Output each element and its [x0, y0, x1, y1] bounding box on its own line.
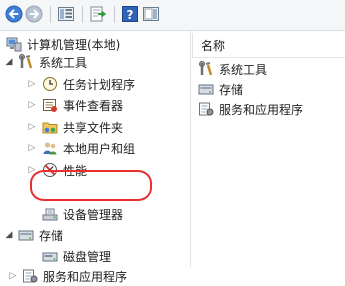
forward-icon[interactable]	[25, 5, 43, 23]
tree-item-device-manager[interactable]: 设备管理器	[42, 204, 123, 224]
toolbar: ?	[0, 0, 345, 31]
tree-item-computer-management[interactable]: 计算机管理(本地)	[6, 34, 120, 54]
device-manager-icon	[42, 208, 58, 221]
list-item[interactable]: 存储	[198, 79, 243, 99]
show-hide-action-pane-icon[interactable]	[142, 5, 160, 23]
computer-management-icon	[6, 37, 22, 52]
svg-text:?: ?	[127, 8, 134, 22]
tree-item-task-scheduler[interactable]: ▷ 任务计划程序	[27, 74, 135, 94]
help-icon[interactable]: ?	[121, 5, 139, 23]
tree-item-shared-folders[interactable]: ▷ 共享文件夹	[27, 117, 123, 137]
tree-item-label: 系统工具	[39, 55, 88, 70]
storage-icon	[18, 230, 34, 241]
tree-item-event-viewer[interactable]: ▷ 事件查看器	[27, 95, 123, 115]
event-viewer-icon	[43, 99, 57, 112]
expand-arrow-icon[interactable]: ▷	[8, 271, 18, 281]
list-item[interactable]: 系统工具	[198, 59, 267, 79]
tree-item-label: 设备管理器	[63, 207, 124, 222]
tree-item-disk-management[interactable]: 磁盘管理	[42, 246, 111, 266]
expand-arrow-icon[interactable]: ▷	[27, 100, 37, 110]
collapse-arrow-icon[interactable]: ◢	[4, 230, 14, 240]
back-icon[interactable]	[5, 5, 23, 23]
expand-arrow-icon[interactable]: ▷	[27, 143, 37, 153]
column-header-name[interactable]: 名称	[192, 33, 345, 58]
disk-management-icon	[42, 252, 58, 262]
tree-item-services-apps[interactable]: ▷ 服务和应用程序	[8, 266, 127, 286]
storage-icon	[198, 84, 214, 95]
console-tree: 计算机管理(本地) ◢ 系统工具 ▷ 任务计划程序 ▷ 事件查看器 ▷ 共享文件…	[0, 31, 191, 284]
tree-item-label: 服务和应用程序	[43, 269, 128, 284]
clock-icon	[43, 77, 57, 91]
up-one-level-icon[interactable]	[57, 5, 75, 23]
highlight-annotation	[30, 170, 152, 201]
users-icon	[43, 142, 57, 155]
tree-item-label: 磁盘管理	[63, 249, 112, 264]
list-item-label: 存储	[219, 82, 244, 97]
services-icon	[23, 269, 38, 283]
expand-arrow-icon[interactable]: ▷	[27, 122, 37, 132]
shared-folder-icon	[42, 122, 58, 134]
list-item-label: 服务和应用程序	[219, 102, 304, 117]
tree-item-local-users-groups[interactable]: ▷ 本地用户和组	[27, 138, 135, 158]
tree-item-label: 任务计划程序	[63, 77, 136, 92]
expand-arrow-icon[interactable]: ▷	[27, 79, 37, 89]
tree-item-label: 共享文件夹	[63, 120, 124, 135]
tree-item-label: 本地用户和组	[63, 141, 136, 156]
result-list: 名称 系统工具 存储 服务和应用程序	[192, 31, 345, 267]
services-icon	[199, 102, 214, 116]
system-tools-icon	[18, 54, 33, 69]
tree-item-label: 存储	[39, 228, 64, 243]
tree-item-label: 事件查看器	[63, 98, 124, 113]
collapse-arrow-icon[interactable]: ◢	[4, 57, 14, 67]
tree-item-label: 计算机管理(本地)	[27, 37, 121, 52]
list-item[interactable]: 服务和应用程序	[198, 99, 303, 119]
export-list-icon[interactable]	[89, 5, 107, 23]
list-item-label: 系统工具	[219, 62, 268, 77]
column-header-label: 名称	[201, 38, 226, 53]
system-tools-icon	[198, 61, 213, 76]
tree-item-storage[interactable]: ◢ 存储	[4, 225, 63, 245]
tree-item-system-tools[interactable]: ◢ 系统工具	[4, 52, 87, 72]
